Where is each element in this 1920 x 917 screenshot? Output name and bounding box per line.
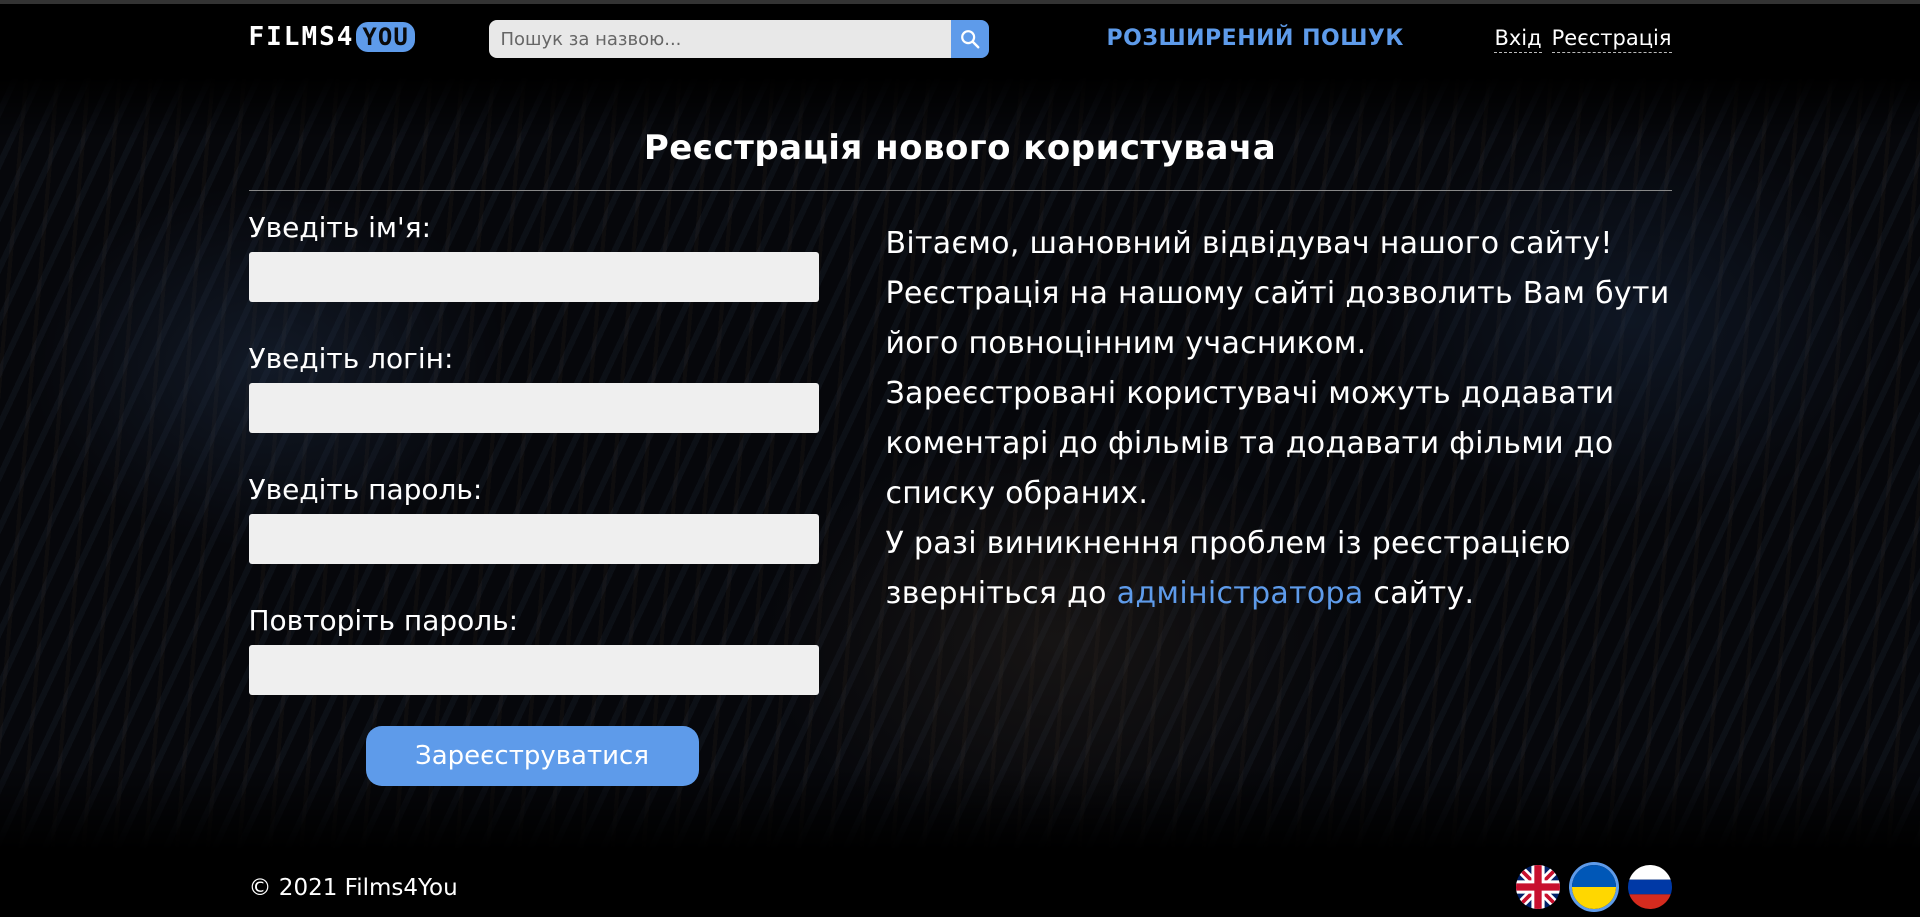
repeat-password-field[interactable] (248, 645, 819, 695)
benefit-line: Реєстрація на нашому сайті дозволить Вам… (885, 276, 1670, 361)
registration-form: Уведіть ім'я: Уведіть логін: Уведіть пар… (248, 211, 819, 735)
repeat-password-label: Повторіть пароль: (248, 604, 519, 637)
login-label: Уведіть логін: (248, 342, 454, 375)
welcome-line: Вітаємо, шановний відвідувач нашого сайт… (885, 226, 1613, 261)
password-field[interactable] (248, 514, 819, 564)
register-button[interactable]: Зареєструватися (365, 726, 699, 786)
main-content: Уведіть ім'я: Уведіть логін: Уведіть пар… (248, 191, 1672, 786)
admin-link[interactable]: адміністратора (1117, 576, 1364, 611)
logo-accent: YOU (356, 22, 415, 52)
top-border (0, 0, 1920, 4)
name-label: Уведіть ім'я: (248, 211, 432, 244)
register-link[interactable]: Реєстрація (1551, 26, 1672, 53)
password-label: Уведіть пароль: (248, 473, 483, 506)
language-switcher (1515, 865, 1672, 909)
copyright: © 2021 Films4You (248, 875, 458, 901)
search-icon (960, 30, 979, 49)
ru-flag-icon[interactable] (1627, 865, 1672, 909)
features-line: Зареєстровані користувачі можуть додават… (885, 376, 1615, 511)
login-link[interactable]: Вхід (1494, 26, 1542, 53)
login-field[interactable] (248, 383, 819, 433)
ua-flag-icon[interactable] (1571, 865, 1616, 909)
site-logo[interactable]: FILMS4 YOU (249, 22, 415, 52)
footer: © 2021 Films4You (0, 865, 1920, 917)
search-bar (488, 20, 989, 58)
page-title: Реєстрація нового користувача (643, 128, 1277, 168)
name-field[interactable] (248, 252, 819, 302)
advanced-search-link[interactable]: РОЗШИРЕНИЙ ПОШУК (1107, 26, 1404, 51)
support-line: У разі виникнення проблем із реєстрацією… (886, 519, 1676, 619)
header: FILMS4 YOU РОЗШИРЕНИЙ ПОШУК Вхід Реєстра… (249, 0, 1672, 80)
auth-links: Вхід Реєстрація (1494, 26, 1672, 53)
uk-flag-icon[interactable] (1515, 865, 1560, 909)
search-input[interactable] (488, 20, 951, 58)
logo-text: FILMS4 (248, 22, 355, 52)
page-container: FILMS4 YOU РОЗШИРЕНИЙ ПОШУК Вхід Реєстра… (248, 0, 1672, 786)
support-text-after: сайту. (1363, 576, 1475, 611)
welcome-text: Вітаємо, шановний відвідувач нашого сайт… (886, 219, 1676, 619)
search-button[interactable] (950, 20, 989, 58)
